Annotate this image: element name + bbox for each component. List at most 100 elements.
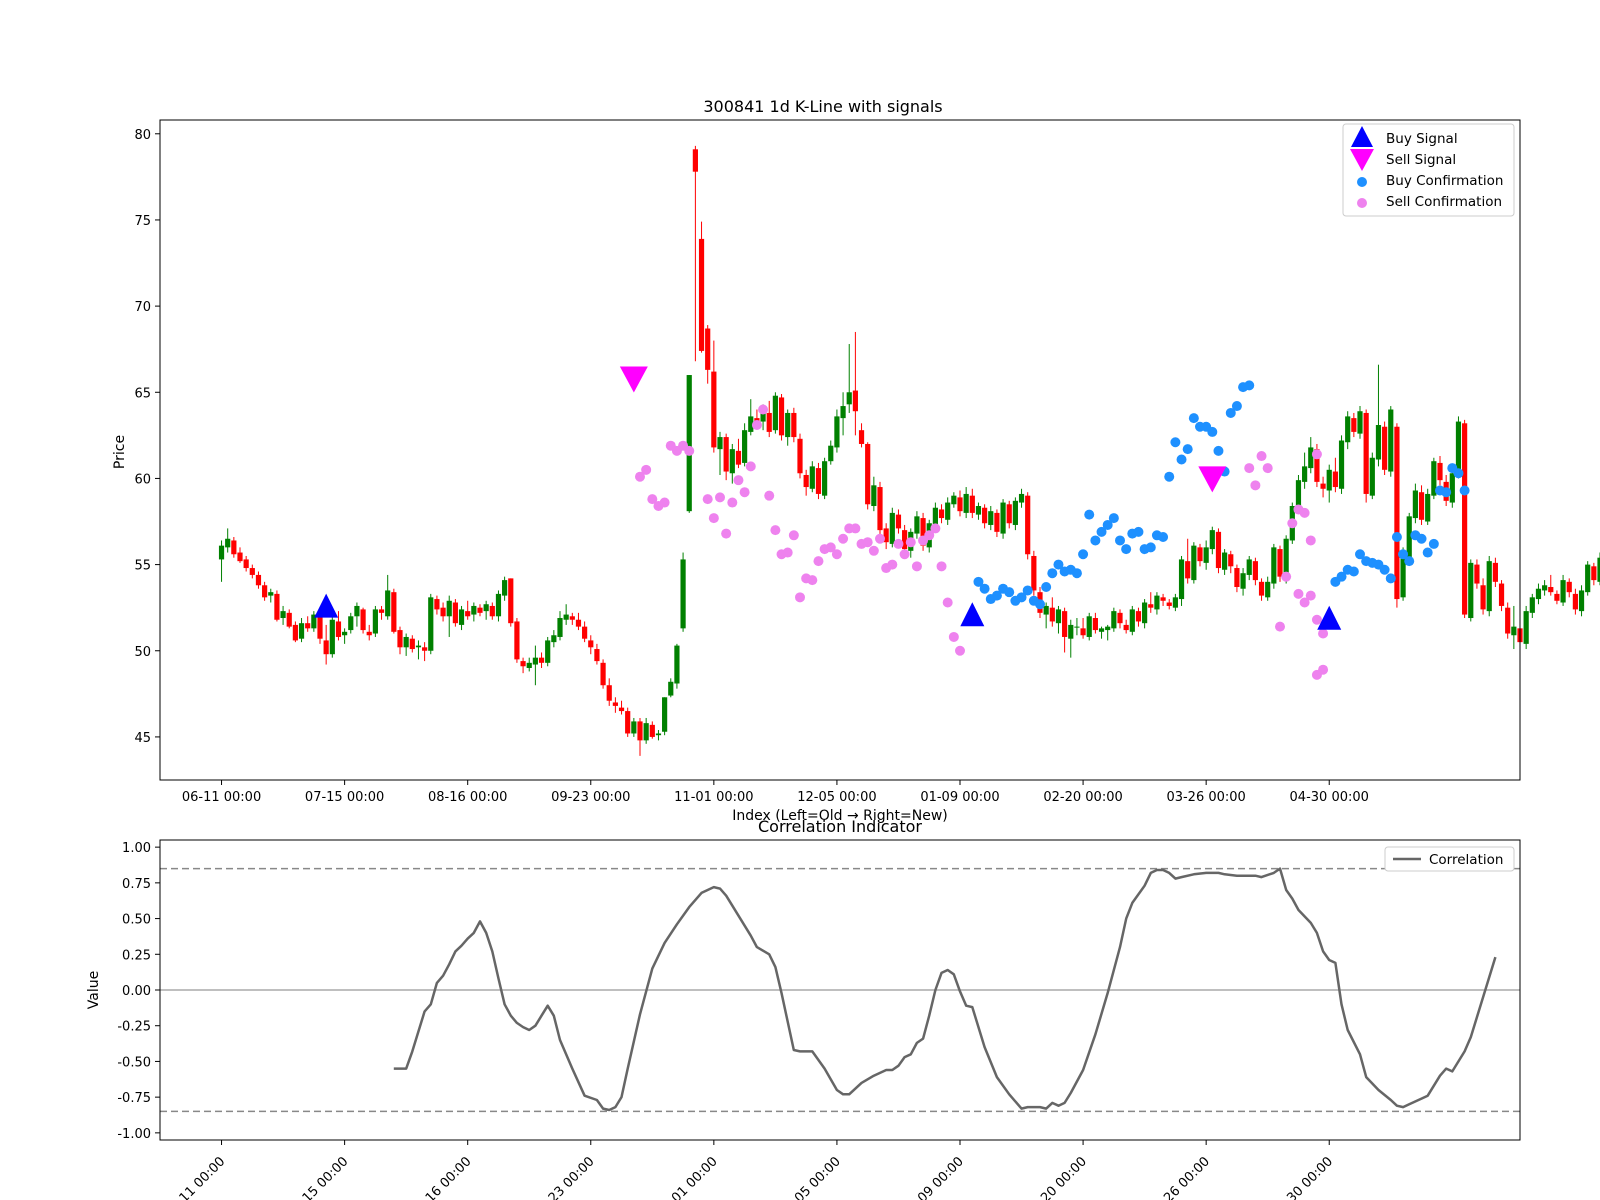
buy-confirmation-point <box>1416 533 1427 544</box>
candle-body <box>698 238 705 351</box>
correlation-legend: Correlation <box>1384 846 1515 872</box>
candle-body <box>403 636 409 648</box>
sell-confirmation-point <box>807 575 818 586</box>
x-tick-label: 02-20 00:00 <box>1023 1154 1090 1200</box>
sell-confirmation-point <box>1281 571 1292 582</box>
candle-body <box>1012 500 1018 525</box>
candle-body <box>551 635 557 643</box>
candle-body <box>1492 562 1498 582</box>
sell-confirmation-point <box>930 523 941 534</box>
y-tick-label: 75 <box>134 214 151 229</box>
x-tick-label: 04-30 00:00 <box>1269 1154 1336 1200</box>
buy-confirmation-point <box>1071 568 1082 579</box>
candle-body <box>1511 626 1517 636</box>
candle-body <box>1375 425 1382 460</box>
candle-body <box>938 509 945 519</box>
x-tick-label: 06-11 00:00 <box>162 1154 229 1200</box>
candle-body <box>1505 607 1511 634</box>
sell-confirmation-point <box>831 549 842 560</box>
x-tick-label: 09-23 00:00 <box>551 790 630 805</box>
sell-confirmation-point <box>868 545 879 556</box>
candle-body <box>1025 495 1031 555</box>
candle-body <box>471 605 477 615</box>
sell-confirmation-point <box>955 645 965 656</box>
candle-body <box>575 619 582 627</box>
candle-body <box>249 568 255 575</box>
candle-body <box>692 149 698 172</box>
candle-body <box>1080 628 1086 636</box>
sell-confirmation-point <box>727 497 738 508</box>
candle-body <box>871 485 877 507</box>
buy-confirmation-point <box>1115 535 1125 546</box>
y-tick-label: 0.75 <box>122 877 151 892</box>
candle-body <box>1338 440 1345 489</box>
y-tick-label: 0.00 <box>122 984 151 999</box>
y-tick-label: 1.00 <box>122 841 151 856</box>
candle-body <box>1412 490 1418 519</box>
y-tick-label: 0.50 <box>122 913 151 928</box>
candle-body <box>1191 545 1197 581</box>
x-tick-label: 06-11 00:00 <box>182 790 261 805</box>
candle-body <box>803 474 809 488</box>
buy-confirmation-point <box>1041 581 1052 592</box>
candle-body <box>1049 607 1055 622</box>
legend-label: Correlation <box>1429 852 1503 868</box>
candle-body <box>643 723 649 741</box>
x-tick-label: 08-16 00:00 <box>428 790 507 805</box>
candle-body <box>655 733 662 736</box>
candle-body <box>1498 583 1505 606</box>
candle-body <box>662 697 668 732</box>
candle-body <box>594 649 600 662</box>
candle-body <box>994 512 1000 532</box>
sell-confirmation-point <box>838 533 849 544</box>
buy-confirmation-point <box>1404 556 1415 567</box>
candle-body <box>828 445 834 462</box>
candle-body <box>1548 586 1554 593</box>
sell-confirmation-point <box>1299 507 1310 518</box>
candle-body <box>772 395 778 431</box>
candle-body <box>428 597 434 651</box>
candle-body <box>1172 597 1178 608</box>
candle-body <box>1055 609 1062 624</box>
sell-confirmation-point <box>641 464 652 475</box>
candle-body <box>895 514 902 529</box>
buy-confirmation-point <box>1459 485 1470 496</box>
candle-body <box>705 328 711 370</box>
candle-body <box>1228 554 1234 567</box>
candle-body <box>1215 531 1222 569</box>
buy-confirmation-point <box>1164 471 1175 482</box>
x-tick-label: 02-20 00:00 <box>1043 790 1122 805</box>
candle-body <box>354 605 360 617</box>
candle-body <box>858 430 865 444</box>
buy-confirmation-point <box>1145 542 1156 553</box>
candle-body <box>274 593 280 620</box>
candle-body <box>600 662 606 686</box>
sell-confirmation-point <box>1250 480 1261 491</box>
candle-body <box>932 507 938 525</box>
candle-body <box>1123 624 1129 631</box>
y-tick-label: 60 <box>134 472 151 487</box>
buy-confirmation-point <box>1121 544 1132 555</box>
candle-body <box>914 516 920 534</box>
candle-body <box>1105 626 1111 631</box>
candle-body <box>286 612 292 627</box>
x-tick-label: 09-23 00:00 <box>531 1154 598 1200</box>
candle-body <box>391 592 397 632</box>
legend-buy-confirmation-swatch <box>1357 177 1367 187</box>
candle-body <box>1351 418 1357 432</box>
candle-body <box>846 392 852 405</box>
candle-body <box>1203 547 1209 563</box>
candle-body <box>1462 423 1468 615</box>
kline-chart: 300841 1d K-Line with signals 45 50 55 60 65… <box>112 97 1600 824</box>
candle-body <box>268 592 274 596</box>
candle-body <box>1295 480 1302 508</box>
candle-body <box>422 647 428 651</box>
candle-body <box>520 661 526 667</box>
candle-body <box>1197 547 1203 562</box>
candle-body <box>397 630 403 648</box>
candle-body <box>1154 595 1160 610</box>
candle-body <box>477 607 483 613</box>
sell-confirmation-point <box>782 547 793 558</box>
candle-body <box>957 497 963 512</box>
candle-body <box>1117 612 1123 624</box>
